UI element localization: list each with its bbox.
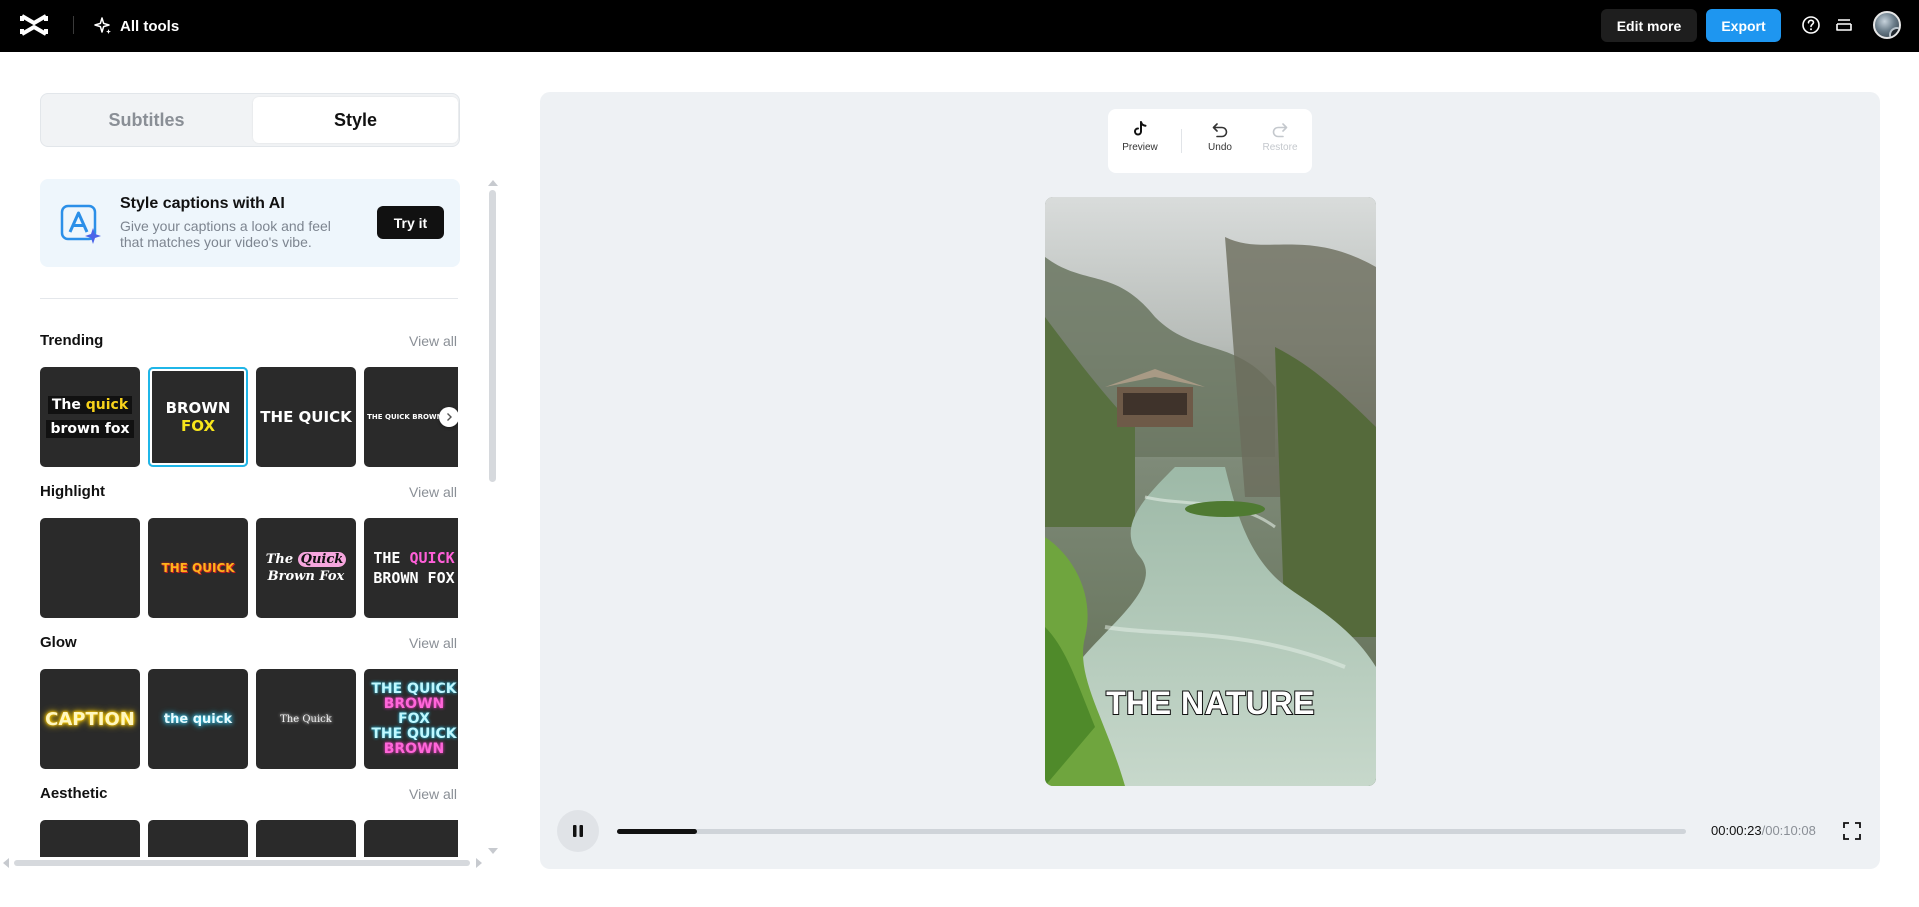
glow-view-all[interactable]: View all (409, 635, 457, 651)
ai-caption-icon (60, 204, 101, 244)
undo-button[interactable]: Undo (1195, 120, 1245, 153)
style-tile[interactable]: The Quick Brown Fox (256, 518, 356, 618)
preview-button[interactable]: Preview (1115, 120, 1165, 153)
scroll-right-arrow[interactable] (476, 858, 482, 868)
all-tools-label: All tools (120, 17, 180, 35)
topbar-divider (73, 16, 74, 34)
style-tile[interactable]: THE QUICK (148, 518, 248, 618)
style-tile[interactable]: THE QUICK BROWN FOX (364, 518, 458, 618)
timeline-scrubber[interactable] (617, 829, 1686, 834)
style-tile[interactable]: The Quick (256, 669, 356, 769)
trending-title: Trending (40, 332, 104, 349)
style-tile[interactable]: the quick (148, 669, 248, 769)
help-icon[interactable] (1800, 14, 1822, 36)
style-tile[interactable]: THE QUICK (256, 367, 356, 467)
ai-card-description: Give your captions a look and feel that … (120, 218, 331, 250)
video-preview[interactable]: THE NATURE (1045, 197, 1376, 786)
top-bar: All tools Edit more Export (0, 0, 1919, 52)
ai-style-card: Style captions with AI Give your caption… (40, 179, 460, 267)
tiktok-icon (1134, 121, 1147, 136)
highlight-strip: THE QUICK The Quick Brown Fox THE QUICK … (40, 518, 458, 618)
current-time: 00:00:23 (1711, 823, 1762, 838)
subtitle-style-tabs: Subtitles Style (40, 93, 460, 147)
preview-panel: Preview Undo Restore THE NATURE 00:00:23… (540, 92, 1880, 869)
video-caption: THE NATURE (1105, 684, 1315, 722)
capcut-logo-icon[interactable] (20, 12, 48, 38)
toolbar-separator (1181, 129, 1182, 153)
trending-view-all[interactable]: View all (409, 333, 457, 349)
redo-icon (1272, 123, 1288, 138)
style-tile[interactable] (40, 820, 140, 857)
menu-drawer-icon[interactable] (1833, 14, 1855, 36)
pause-icon (573, 825, 583, 837)
tab-style[interactable]: Style (253, 97, 458, 143)
style-tile[interactable] (40, 518, 140, 618)
glow-strip: CAPTION the quick The Quick THE QUICK BR… (40, 669, 458, 769)
glow-title: Glow (40, 634, 77, 651)
timeline-progress (617, 829, 698, 834)
restore-button[interactable]: Restore (1255, 120, 1305, 153)
try-it-button[interactable]: Try it (377, 206, 444, 239)
horizontal-scrollbar[interactable] (14, 860, 470, 866)
total-time: /00:10:08 (1761, 823, 1816, 838)
avatar[interactable] (1873, 11, 1901, 39)
time-display: 00:00:23/00:10:08 (1711, 823, 1816, 838)
scroll-left-arrow[interactable] (3, 858, 9, 868)
style-tile[interactable] (256, 820, 356, 857)
section-divider (40, 298, 458, 299)
highlight-view-all[interactable]: View all (409, 484, 457, 500)
style-tile[interactable]: The quick brown fox (40, 367, 140, 467)
scroll-down-arrow[interactable] (488, 848, 498, 854)
ai-card-title: Style captions with AI (120, 195, 285, 212)
style-tile[interactable] (364, 820, 458, 857)
edit-more-button[interactable]: Edit more (1601, 9, 1697, 42)
tab-subtitles[interactable]: Subtitles (44, 97, 249, 143)
style-tile[interactable]: CAPTION (40, 669, 140, 769)
style-tile[interactable] (148, 820, 248, 857)
export-button[interactable]: Export (1706, 9, 1781, 42)
sparkle-icon (94, 17, 111, 34)
chevron-right-icon (447, 413, 452, 421)
style-tile[interactable]: THE QUICK BROWN FOX THE QUICK BROWN (364, 669, 458, 769)
all-tools-button[interactable]: All tools (94, 13, 179, 39)
highlight-title: Highlight (40, 483, 105, 500)
aesthetic-strip (40, 820, 458, 857)
play-pause-button[interactable] (557, 810, 599, 852)
aesthetic-view-all[interactable]: View all (409, 786, 457, 802)
aesthetic-title: Aesthetic (40, 785, 108, 802)
trending-strip: The quick brown fox BROWN FOX THE QUICK … (40, 367, 458, 467)
undo-icon (1212, 123, 1228, 138)
preview-toolbar: Preview Undo Restore (1108, 109, 1312, 173)
style-tile-selected[interactable]: BROWN FOX (148, 367, 248, 467)
fullscreen-icon[interactable] (1842, 821, 1862, 841)
strip-next-button[interactable] (439, 407, 458, 427)
vertical-scrollbar[interactable] (489, 190, 496, 482)
scroll-up-arrow[interactable] (488, 180, 498, 186)
